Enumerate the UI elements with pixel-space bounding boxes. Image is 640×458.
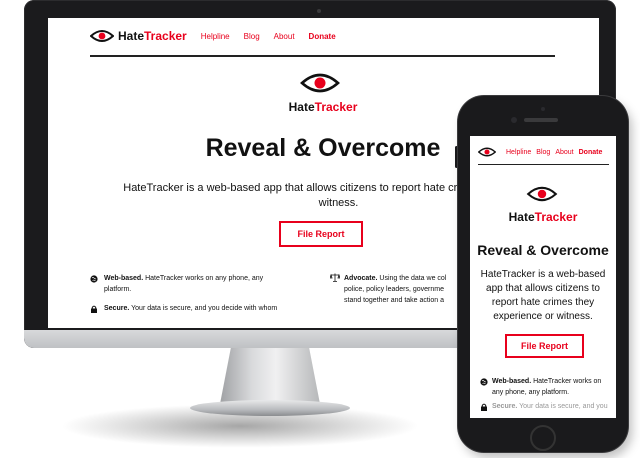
monitor-camera — [317, 9, 321, 13]
nav-blog-link[interactable]: Blog — [536, 149, 550, 156]
globe-icon — [480, 378, 488, 386]
feature-advocate-title: Advocate. — [344, 275, 378, 282]
phone-camera — [511, 117, 517, 123]
monitor-base — [190, 400, 350, 416]
feature-secure-text: Your data is secure, and you — [519, 403, 608, 410]
feature-secure-text: Your data is secure, and you decide with… — [131, 305, 278, 312]
nav-donate-link[interactable]: Donate — [579, 149, 603, 156]
nav-helpline-link[interactable]: Helpline — [201, 32, 230, 41]
monitor-stand — [219, 344, 321, 406]
hero-brand: HateTracker — [273, 100, 373, 114]
navbar-divider — [90, 55, 555, 57]
brand-suffix: Tracker — [144, 29, 187, 43]
hero-brand-suffix: Tracker — [314, 100, 358, 114]
desktop-navbar: HateTracker Helpline Blog About Donate — [90, 28, 336, 44]
hero-brand-prefix: Hate — [288, 100, 315, 114]
eye-icon[interactable] — [478, 146, 496, 158]
scales-icon — [330, 273, 340, 282]
phone-speaker — [524, 118, 558, 122]
feature-web-based: Web-based. HateTracker works on any phon… — [104, 273, 314, 295]
feature-advocate-text-1: Using the data we col — [379, 275, 447, 282]
feature-secure-title: Secure. — [104, 305, 130, 312]
file-report-button[interactable]: File Report — [279, 221, 363, 247]
feature-secure: Secure. Your data is secure, and you — [492, 401, 610, 412]
file-report-button[interactable]: File Report — [505, 334, 584, 358]
eye-icon — [300, 73, 340, 93]
eye-icon — [526, 186, 558, 202]
eye-icon[interactable] — [90, 28, 114, 44]
feature-web-title: Web-based. — [492, 378, 532, 385]
nav-about-link[interactable]: About — [274, 32, 295, 41]
globe-icon — [90, 275, 98, 283]
feature-advocate-text-3: stand together and take action a — [344, 297, 445, 304]
phone-screen: Helpline Blog About Donate HateTracker R… — [470, 136, 616, 418]
nav-helpline-link[interactable]: Helpline — [506, 149, 531, 156]
feature-web-text-2: platform. — [104, 286, 132, 293]
hero-subtitle: HateTracker is a web-based app that allo… — [480, 269, 606, 322]
feature-secure-title: Secure. — [492, 403, 518, 410]
feature-advocate-text-2: police, policy leaders, governme — [344, 286, 444, 293]
mobile-navbar: Helpline Blog About Donate — [478, 146, 602, 158]
phone-home-button[interactable] — [530, 425, 556, 451]
brand-logo[interactable]: HateTracker — [118, 29, 187, 43]
feature-web-based: Web-based. HateTracker works on any phon… — [492, 376, 610, 398]
lock-icon — [481, 403, 487, 411]
feature-web-title: Web-based. — [104, 275, 144, 282]
feature-secure: Secure. Your data is secure, and you dec… — [104, 303, 334, 314]
nav-donate-link[interactable]: Donate — [309, 32, 336, 41]
nav-about-link[interactable]: About — [555, 149, 573, 156]
phone-sensor — [541, 107, 545, 111]
hero-title: Reveal & Overcome — [477, 242, 609, 258]
brand-prefix: Hate — [118, 29, 145, 43]
nav-blog-link[interactable]: Blog — [244, 32, 260, 41]
hero-brand-suffix: Tracker — [534, 210, 578, 224]
hero-brand-prefix: Hate — [508, 210, 535, 224]
navbar-divider — [478, 164, 609, 165]
feature-web-text: HateTracker works on any phone, any — [145, 275, 264, 282]
lock-icon — [91, 305, 97, 313]
hero-brand: HateTracker — [493, 210, 593, 224]
